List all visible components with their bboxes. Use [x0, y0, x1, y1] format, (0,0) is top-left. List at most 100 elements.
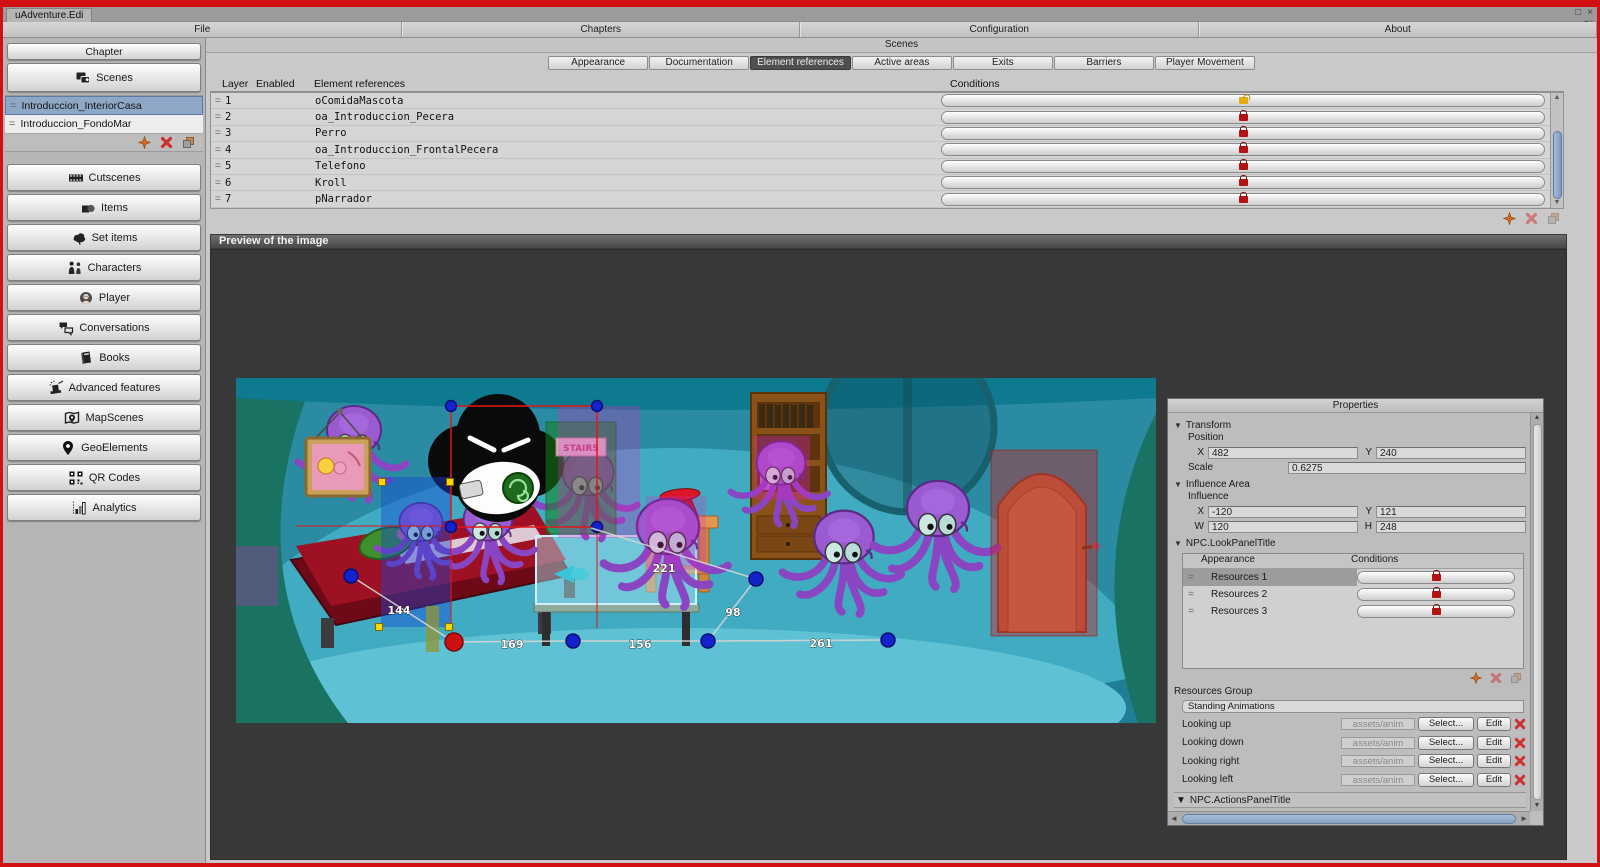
- tab-appearance[interactable]: Appearance: [548, 56, 649, 70]
- sidebar-item-items[interactable]: Items: [7, 194, 201, 221]
- table-row[interactable]: = 1 oComidaMascota: [211, 93, 1563, 110]
- delete-icon[interactable]: [160, 136, 173, 149]
- sidebar-item-mapscenes[interactable]: MapScenes: [7, 404, 201, 431]
- sidebar-item-set-items[interactable]: Set items: [7, 224, 201, 251]
- asset-path-field[interactable]: assets/anim: [1341, 736, 1415, 749]
- overlay-magenta[interactable]: [558, 406, 640, 538]
- drag-handle-icon[interactable]: =: [10, 100, 16, 112]
- conditions-button[interactable]: [941, 94, 1545, 108]
- drag-handle-icon[interactable]: =: [211, 95, 225, 107]
- menu-chapters[interactable]: Chapters: [401, 22, 800, 37]
- table-row[interactable]: = 4 oa_Introduccion_FrontalPecera: [211, 142, 1563, 159]
- overlay-magenta[interactable]: [646, 496, 706, 570]
- clear-icon[interactable]: [1514, 774, 1526, 786]
- conditions-button[interactable]: [941, 142, 1545, 157]
- properties-title[interactable]: Properties: [1168, 399, 1543, 413]
- conditions-button[interactable]: [941, 158, 1545, 173]
- drag-handle-icon[interactable]: =: [211, 127, 225, 139]
- conditions-button[interactable]: [941, 191, 1545, 206]
- transform-section-header[interactable]: ▼ Transform: [1174, 418, 1526, 432]
- resources-row[interactable]: = Resources 2: [1183, 586, 1523, 603]
- clear-icon[interactable]: [1514, 737, 1526, 749]
- influence-w-field[interactable]: 120: [1208, 520, 1358, 533]
- properties-scrollbar-vertical[interactable]: ▲ ▼: [1530, 413, 1543, 811]
- table-row[interactable]: = 6 Kroll: [211, 175, 1563, 192]
- sidebar-item-books[interactable]: Books: [7, 344, 201, 371]
- drag-handle-icon[interactable]: =: [1183, 606, 1199, 617]
- edit-button[interactable]: Edit: [1477, 735, 1511, 750]
- duplicate-icon[interactable]: [182, 136, 195, 149]
- asset-path-field[interactable]: assets/anim: [1341, 755, 1415, 768]
- menu-file[interactable]: File: [3, 22, 402, 37]
- influence-x-field[interactable]: -120: [1208, 505, 1358, 518]
- close-icon[interactable]: ×: [1587, 7, 1593, 18]
- table-scrollbar[interactable]: ▲ ▼: [1550, 93, 1563, 208]
- tab-documentation[interactable]: Documentation: [649, 56, 750, 70]
- sidebar-item-qr-codes[interactable]: QR Codes: [7, 464, 201, 491]
- resources-row[interactable]: = Resources 3: [1183, 603, 1523, 620]
- menu-about[interactable]: About: [1198, 22, 1597, 37]
- influence-y-field[interactable]: 121: [1376, 505, 1526, 518]
- scene-image[interactable]: STAIRS: [236, 378, 1156, 723]
- table-row[interactable]: = 5 Telefono: [211, 158, 1563, 175]
- influence-h-field[interactable]: 248: [1376, 520, 1526, 533]
- conditions-button[interactable]: [1357, 570, 1515, 584]
- edit-button[interactable]: Edit: [1477, 772, 1511, 787]
- drag-handle-icon[interactable]: =: [211, 144, 225, 156]
- select-button[interactable]: Select...: [1418, 717, 1474, 732]
- influence-area-section-header[interactable]: ▼ Influence Area: [1174, 477, 1526, 491]
- overlay-magenta[interactable]: [236, 546, 278, 606]
- position-y-field[interactable]: 240: [1376, 446, 1526, 459]
- conditions-button[interactable]: [1357, 587, 1515, 601]
- edit-button[interactable]: Edit: [1477, 754, 1511, 769]
- window-title-tab[interactable]: uAdventure.Edi: [6, 8, 93, 22]
- resources-row[interactable]: = Resources 1: [1183, 569, 1523, 586]
- sidebar-item-cutscenes[interactable]: Cutscenes: [7, 164, 201, 191]
- tab-active-areas[interactable]: Active areas: [851, 56, 952, 70]
- scrollbar-thumb[interactable]: [1181, 813, 1517, 824]
- conditions-button[interactable]: [941, 175, 1545, 190]
- menu-configuration[interactable]: Configuration: [800, 22, 1199, 37]
- scale-field[interactable]: 0.6275: [1288, 461, 1526, 474]
- select-button[interactable]: Select...: [1418, 754, 1474, 769]
- duplicate-icon[interactable]: [1510, 672, 1522, 684]
- tab-exits[interactable]: Exits: [952, 56, 1053, 70]
- scroll-right-icon[interactable]: ►: [1518, 814, 1530, 823]
- conditions-button[interactable]: [1357, 604, 1515, 618]
- sidebar-item-conversations[interactable]: Conversations: [7, 314, 201, 341]
- asset-path-field[interactable]: assets/anim: [1341, 718, 1415, 731]
- select-button[interactable]: Select...: [1418, 735, 1474, 750]
- add-icon[interactable]: [138, 136, 151, 149]
- drag-handle-icon[interactable]: =: [1183, 572, 1199, 583]
- table-row[interactable]: = 3 Perro: [211, 125, 1563, 143]
- overlay-magenta[interactable]: [754, 436, 810, 500]
- drag-handle-icon[interactable]: =: [211, 193, 225, 205]
- sidebar-item-geoelements[interactable]: GeoElements: [7, 434, 201, 461]
- scene-list-item[interactable]: = Introduccion_FondoMar: [5, 115, 203, 134]
- add-icon[interactable]: [1503, 211, 1516, 225]
- add-icon[interactable]: [1470, 672, 1482, 684]
- drag-handle-icon[interactable]: =: [1183, 589, 1199, 600]
- tab-player-movement[interactable]: Player Movement: [1154, 56, 1255, 70]
- sidebar-item-scenes[interactable]: Scenes: [7, 63, 201, 92]
- conditions-button[interactable]: [941, 125, 1545, 140]
- chapter-button[interactable]: Chapter: [7, 43, 201, 60]
- tab-element-references[interactable]: Element references: [750, 56, 851, 70]
- table-row[interactable]: = 2 oa_Introduccion_Pecera: [211, 109, 1563, 126]
- preview-canvas[interactable]: STAIRS: [210, 249, 1567, 860]
- clear-icon[interactable]: [1514, 718, 1526, 730]
- sidebar-item-player[interactable]: Player: [7, 284, 201, 311]
- trajectory-start-node[interactable]: [444, 632, 464, 652]
- drag-handle-icon[interactable]: =: [9, 118, 15, 130]
- duplicate-icon[interactable]: [1547, 212, 1560, 225]
- restore-icon[interactable]: □: [1575, 7, 1581, 18]
- scroll-left-icon[interactable]: ◄: [1168, 814, 1180, 823]
- animation-group-dropdown[interactable]: Standing Animations: [1182, 700, 1524, 713]
- position-x-field[interactable]: 482: [1208, 446, 1358, 459]
- edit-button[interactable]: Edit: [1477, 717, 1511, 732]
- look-panel-section-header[interactable]: ▼ NPC.LookPanelTitle: [1174, 536, 1526, 550]
- sidebar-item-analytics[interactable]: Analytics: [7, 494, 201, 521]
- sidebar-item-characters[interactable]: Characters: [7, 254, 201, 281]
- delete-icon[interactable]: [1490, 672, 1502, 684]
- clear-icon[interactable]: [1514, 755, 1526, 767]
